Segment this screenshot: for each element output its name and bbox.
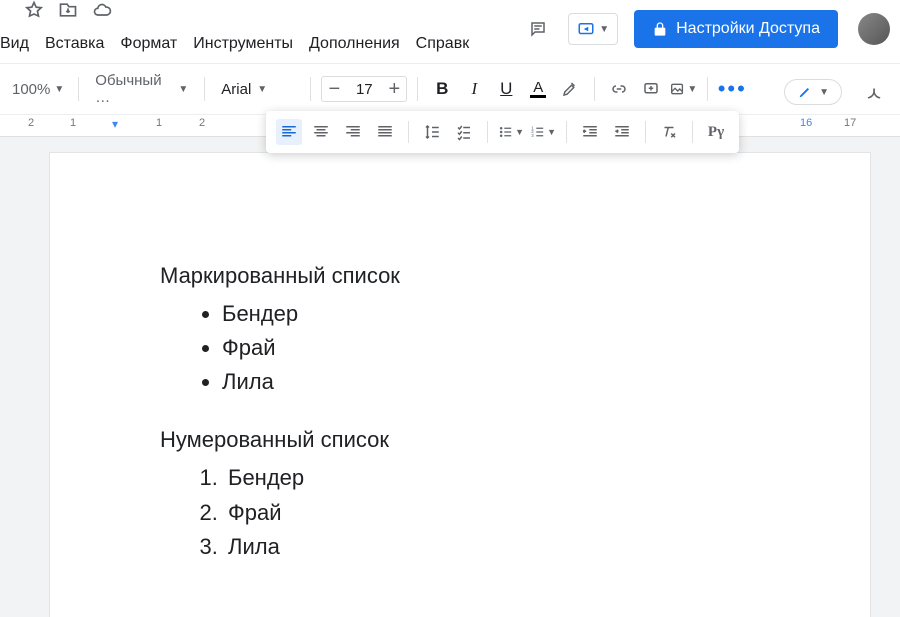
bold-button[interactable]: B [428,75,456,103]
paragraph-style-select[interactable]: Обычный … ▼ [89,70,194,108]
bulleted-list-button[interactable]: ▼ [498,119,524,145]
font-select[interactable]: Arial ▼ [215,79,300,100]
cloud-icon[interactable] [92,0,112,25]
clear-formatting-button[interactable] [656,119,682,145]
underline-button[interactable]: U [492,75,520,103]
insert-image-button[interactable]: ▼ [669,75,697,103]
top-right-controls: ▼ Настройки Доступа [524,10,890,48]
share-label: Настройки Доступа [676,20,820,38]
list-item: Лила [224,530,870,564]
increase-indent-button[interactable] [609,119,635,145]
align-left-button[interactable] [276,119,302,145]
chevron-down-icon: ▼ [599,24,609,35]
right-toolbar: ▼ ㅅ [784,78,888,106]
font-size-stepper: − 17 + [321,76,407,102]
chevron-down-icon: ▼ [515,127,524,137]
list-item: Лила [222,365,870,399]
separator [707,77,708,101]
numbered-list-button[interactable]: 123 ▼ [530,119,556,145]
chevron-down-icon: ▼ [547,127,556,137]
zoom-select[interactable]: 100% ▼ [8,79,68,100]
italic-button[interactable]: I [460,75,488,103]
highlight-button[interactable] [556,75,584,103]
list-item: Бендер [222,297,870,331]
document-page[interactable]: Маркированный список Бендер Фрай Лила Ну… [50,153,870,617]
decrease-indent-button[interactable] [577,119,603,145]
heading-1: Маркированный список [160,259,870,293]
comment-history-icon[interactable] [524,15,552,43]
separator [78,77,79,101]
heading-2: Нумерованный список [160,423,870,457]
menu-format[interactable]: Формат [120,35,177,53]
page-area: Маркированный список Бендер Фрай Лила Ну… [0,137,900,617]
separator [594,77,595,101]
expand-button[interactable]: ㅅ [860,78,888,106]
chevron-down-icon: ▼ [257,84,267,95]
line-spacing-button[interactable] [419,119,445,145]
font-size-minus[interactable]: − [322,77,346,101]
present-button[interactable]: ▼ [568,13,618,45]
list-item: Бендер [224,461,870,495]
list-item: Фрай [224,496,870,530]
chevron-down-icon: ▼ [54,84,64,95]
insert-link-button[interactable] [605,75,633,103]
separator [487,121,488,143]
align-right-button[interactable] [340,119,366,145]
align-center-button[interactable] [308,119,334,145]
font-size-plus[interactable]: + [382,77,406,101]
chevron-down-icon: ▼ [178,84,188,95]
font-size-value[interactable]: 17 [346,81,382,98]
separator [417,77,418,101]
text-color-button[interactable]: A [524,75,552,103]
share-button[interactable]: Настройки Доступа [634,10,838,48]
numbered-list: Бендер Фрай Лила [224,461,870,563]
menu-insert[interactable]: Вставка [45,35,104,53]
main-toolbar: 100% ▼ Обычный … ▼ Arial ▼ − 17 + B I U … [0,63,900,115]
paragraph-toolbar: ▼ 123 ▼ Pγ [266,111,739,153]
avatar[interactable] [858,13,890,45]
star-icon[interactable] [24,0,44,25]
bulleted-list: Бендер Фрай Лила [222,297,870,399]
align-justify-button[interactable] [372,119,398,145]
editing-mode-button[interactable]: ▼ [784,79,842,105]
separator [408,121,409,143]
indent-marker[interactable]: ▾ [112,117,118,131]
svg-text:3: 3 [531,133,534,138]
separator [645,121,646,143]
paragraph-styles-button[interactable]: Pγ [703,119,729,145]
menu-view[interactable]: Вид [0,35,29,53]
separator [204,77,205,101]
menu-addons[interactable]: Дополнения [309,35,400,53]
separator [692,121,693,143]
chevron-down-icon: ▼ [687,84,697,95]
menu-tools[interactable]: Инструменты [193,35,293,53]
chevron-down-icon: ▼ [819,87,829,98]
move-icon[interactable] [58,0,78,25]
separator [566,121,567,143]
insert-comment-button[interactable] [637,75,665,103]
separator [310,77,311,101]
more-tools-button[interactable]: ••• [718,75,746,103]
list-item: Фрай [222,331,870,365]
checklist-button[interactable] [451,119,477,145]
menu-help[interactable]: Справк [416,35,470,53]
